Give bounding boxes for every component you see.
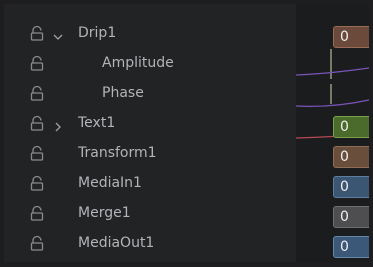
tree-row-label: Transform1 [78, 145, 157, 161]
keyframe-bar-text1[interactable]: 0 [333, 116, 369, 138]
tool-tree: Drip1 Amplitude Phase Text1 Transform1 M… [4, 4, 296, 262]
lock-icon[interactable] [30, 175, 44, 191]
amplitude-curve [296, 67, 369, 76]
lock-icon[interactable] [30, 85, 44, 101]
tree-row-amplitude[interactable]: Amplitude [4, 49, 296, 79]
tree-row-label: Drip1 [78, 25, 117, 41]
keyframe-value: 0 [340, 119, 349, 135]
keyframe-value: 0 [340, 179, 349, 195]
tree-row-label: Merge1 [78, 205, 131, 221]
tree-row-phase[interactable]: Phase [4, 79, 296, 109]
tree-row-text1[interactable]: Text1 [4, 109, 296, 139]
tree-row-label: Text1 [78, 115, 116, 131]
lock-icon[interactable] [30, 235, 44, 251]
keyframe-value: 0 [340, 209, 349, 225]
lock-icon[interactable] [30, 145, 44, 161]
keyframes-panel: Drip1 Amplitude Phase Text1 Transform1 M… [4, 4, 369, 262]
chevron-right-icon[interactable] [52, 118, 64, 132]
lock-icon[interactable] [30, 25, 44, 41]
tree-row-label: MediaIn1 [78, 175, 142, 191]
keyframe-bar-drip1[interactable]: 0 [333, 26, 369, 48]
phase-curve [296, 99, 369, 107]
keyframe-bar-transform1[interactable]: 0 [333, 146, 369, 168]
tree-row-label: MediaOut1 [78, 235, 155, 251]
tree-row-label: Amplitude [102, 55, 174, 71]
keyframe-value: 0 [340, 29, 349, 45]
keyframe-bar-merge1[interactable]: 0 [333, 206, 369, 228]
lock-icon[interactable] [30, 205, 44, 221]
lock-icon[interactable] [30, 55, 44, 71]
timeline-area[interactable]: 0 0 0 0 0 0 [296, 4, 369, 262]
tree-row-drip1[interactable]: Drip1 [4, 19, 296, 49]
keyframe-value: 0 [340, 239, 349, 255]
lock-icon[interactable] [30, 115, 44, 131]
chevron-down-icon[interactable] [52, 28, 64, 40]
keyframe-value: 0 [340, 149, 349, 165]
tree-row-mediaout1[interactable]: MediaOut1 [4, 229, 296, 259]
keyframe-bar-mediain1[interactable]: 0 [333, 176, 369, 198]
tree-row-mediain1[interactable]: MediaIn1 [4, 169, 296, 199]
tree-row-transform1[interactable]: Transform1 [4, 139, 296, 169]
tree-row-merge1[interactable]: Merge1 [4, 199, 296, 229]
tree-row-label: Phase [102, 85, 144, 101]
keyframe-bar-mediaout1[interactable]: 0 [333, 236, 369, 258]
